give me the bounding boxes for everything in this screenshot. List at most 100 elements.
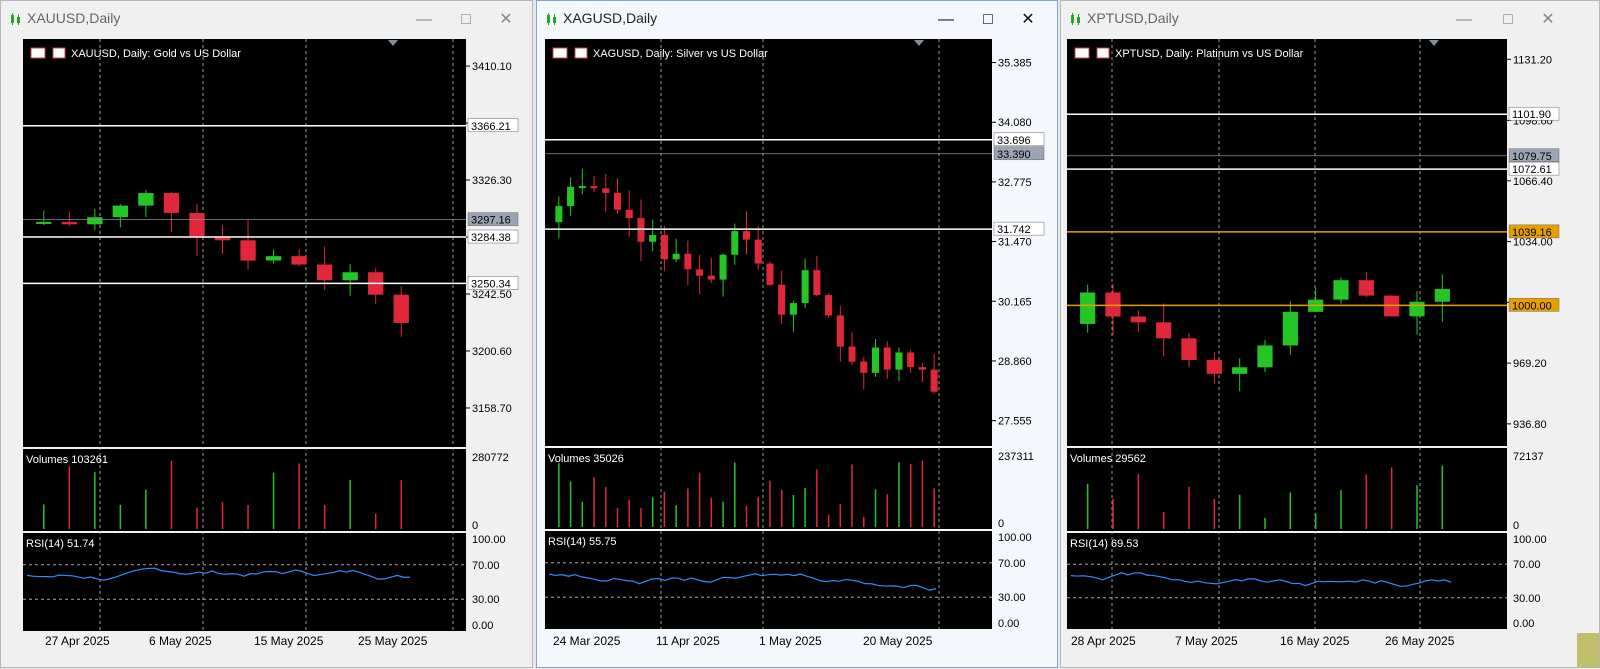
candle — [801, 270, 809, 304]
price-tick-label: 1066.40 — [1513, 176, 1553, 188]
volume-tick-label: 280772 — [472, 452, 509, 464]
candle — [578, 186, 586, 189]
price-line-value: 3284.38 — [471, 232, 511, 244]
candle — [766, 263, 774, 285]
candle — [883, 347, 891, 370]
volume-label: Volumes 103261 — [26, 454, 108, 466]
date-tick-label: 24 Mar 2025 — [553, 634, 621, 648]
price-tick-label: 936.80 — [1513, 419, 1547, 431]
date-tick-label: 1 May 2025 — [759, 634, 822, 648]
candle — [555, 206, 563, 223]
price-panel[interactable] — [545, 39, 992, 446]
candle — [707, 275, 715, 280]
price-tick-label: 28.860 — [998, 356, 1032, 368]
candle — [1409, 301, 1425, 317]
price-panel[interactable] — [1067, 39, 1507, 446]
candle — [1333, 280, 1349, 300]
chart-area[interactable]: XAGUSD, Daily: Silver vs US Dollar 35.385… — [537, 1, 1059, 669]
price-line-value: 1000.00 — [1512, 300, 1552, 312]
candle — [625, 209, 633, 219]
candle — [567, 186, 575, 207]
rsi-label: RSI(14) 55.75 — [548, 536, 616, 548]
rsi-tick-label: 100.00 — [998, 532, 1032, 544]
candle — [87, 217, 103, 225]
price-line-value: 3297.16 — [471, 215, 511, 227]
price-tick-label: 3242.50 — [472, 289, 512, 301]
price-tick-label: 3326.30 — [472, 175, 512, 187]
rsi-tick-label: 70.00 — [998, 558, 1026, 570]
candle — [930, 369, 938, 392]
resize-grip[interactable] — [1577, 633, 1599, 667]
chart-header: XAGUSD, Daily: Silver vs US Dollar — [593, 48, 768, 60]
rsi-tick-label: 70.00 — [1513, 559, 1541, 571]
price-line-value: 1079.75 — [1512, 151, 1552, 163]
price-line-value: 33.696 — [997, 135, 1031, 147]
rsi-tick-label: 70.00 — [472, 560, 500, 572]
price-line-value: 1101.90 — [1512, 109, 1551, 121]
candle — [36, 221, 52, 224]
rsi-label: RSI(14) 69.53 — [1070, 538, 1138, 550]
candle — [1206, 359, 1222, 374]
flag-icon — [30, 47, 46, 59]
candle — [61, 221, 77, 225]
candle — [163, 193, 180, 213]
date-tick-label: 28 Apr 2025 — [1071, 634, 1136, 648]
rsi-tick-label: 0.00 — [472, 620, 493, 632]
candle — [291, 256, 307, 265]
candle — [1080, 292, 1096, 324]
price-line-value: 1072.61 — [1512, 164, 1552, 176]
candle — [613, 192, 622, 210]
date-tick-label: 15 May 2025 — [254, 634, 324, 648]
price-tick-label: 3200.60 — [472, 346, 512, 358]
candle — [825, 295, 833, 316]
candle — [754, 239, 762, 264]
candlestick-icon — [574, 47, 588, 59]
volume-label: Volumes 35026 — [548, 453, 624, 465]
candle — [138, 193, 154, 206]
price-line-value: 3250.34 — [471, 278, 511, 290]
price-line-value: 1039.16 — [1512, 227, 1552, 239]
candle — [1358, 280, 1374, 296]
volume-tick-label: 0 — [472, 520, 478, 532]
window-xagusd[interactable]: XAGUSD,Daily — □ ✕ XAGUSD, Daily: Silver… — [536, 0, 1058, 668]
price-line-value: 33.390 — [997, 149, 1031, 161]
candle — [1156, 322, 1172, 339]
date-tick-label: 26 May 2025 — [1385, 634, 1455, 648]
window-xptusd[interactable]: XPTUSD,Daily — □ ✕ XPTUSD, Daily: Platin… — [1060, 0, 1600, 668]
flag-icon — [1074, 47, 1090, 59]
volume-tick-label: 72137 — [1513, 451, 1544, 463]
rsi-tick-label: 100.00 — [472, 534, 506, 546]
candlestick-icon — [1096, 47, 1110, 59]
candle — [189, 212, 205, 237]
rsi-tick-label: 30.00 — [1513, 593, 1541, 605]
date-tick-label: 27 Apr 2025 — [45, 634, 110, 648]
date-tick-label: 11 Apr 2025 — [656, 634, 720, 648]
candle — [672, 253, 680, 260]
price-tick-label: 34.080 — [998, 117, 1032, 129]
candle — [789, 303, 797, 315]
volume-tick-label: 0 — [1513, 520, 1519, 532]
candle — [731, 231, 739, 255]
price-tick-label: 32.775 — [998, 177, 1032, 189]
chart-area[interactable]: XPTUSD, Daily: Platinum vs US Dollar 1131… — [1061, 1, 1600, 669]
candle — [907, 352, 915, 368]
candle — [393, 294, 409, 323]
price-tick-label: 3410.10 — [472, 61, 512, 73]
price-tick-label: 27.555 — [998, 416, 1032, 428]
candle — [860, 361, 868, 373]
candle — [602, 188, 610, 193]
candle — [590, 186, 598, 189]
chart-area[interactable]: XAUUSD, Daily: Gold vs US Dollar 3410.10 3… — [1, 1, 534, 669]
candle — [918, 367, 926, 370]
rsi-tick-label: 0.00 — [1513, 618, 1534, 630]
price-tick-label: 1131.20 — [1513, 54, 1552, 66]
candlestick-icon — [52, 47, 66, 59]
candle — [1282, 311, 1298, 346]
candle — [1105, 292, 1121, 317]
candle — [316, 264, 333, 281]
price-tick-label: 30.165 — [998, 296, 1032, 308]
price-tick-label: 969.20 — [1513, 358, 1547, 370]
candle — [660, 235, 668, 260]
window-xauusd[interactable]: XAUUSD,Daily — □ ✕ XAUUSD, Daily: Gold v… — [0, 0, 533, 668]
price-tick-label: 3158.70 — [472, 403, 512, 415]
